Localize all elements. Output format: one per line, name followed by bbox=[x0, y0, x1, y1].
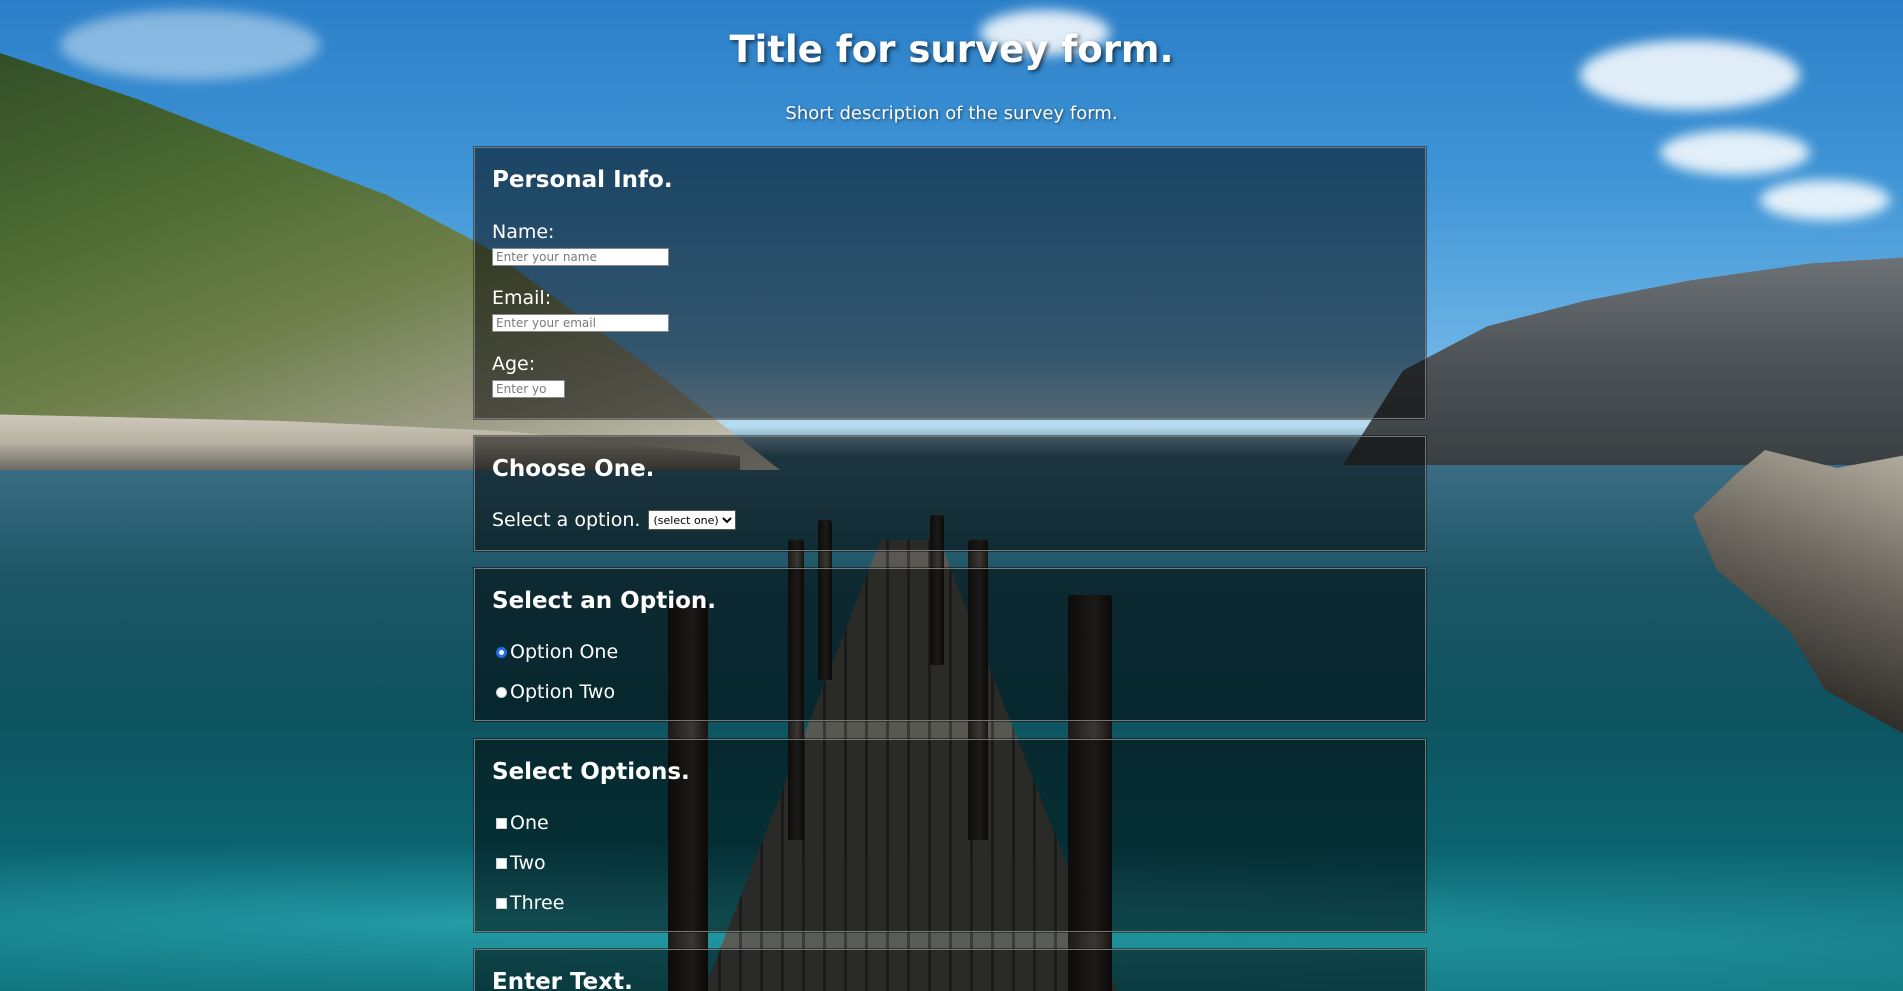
checkbox[interactable] bbox=[496, 897, 507, 909]
section-heading: Select Options. bbox=[492, 759, 690, 785]
option-dropdown[interactable]: (select one) bbox=[648, 510, 737, 530]
radio-button[interactable] bbox=[496, 686, 507, 698]
section-heading: Enter Text. bbox=[492, 969, 633, 991]
section-heading: Personal Info. bbox=[492, 167, 673, 193]
name-label: Name: bbox=[492, 221, 555, 243]
checkbox[interactable] bbox=[496, 857, 507, 869]
select-label: Select a option. bbox=[492, 509, 641, 531]
radio-option-one[interactable]: Option One bbox=[496, 641, 618, 663]
radio-option-label: Option One bbox=[510, 641, 619, 663]
checkbox-option-one[interactable]: One bbox=[496, 812, 549, 834]
section-heading: Select an Option. bbox=[492, 588, 716, 614]
checkbox-option-label: Two bbox=[510, 852, 546, 874]
checkbox-section: Select Options. One Two Three bbox=[474, 739, 1426, 932]
radio-option-label: Option Two bbox=[510, 681, 616, 703]
right-hillside bbox=[1343, 255, 1903, 465]
checkbox[interactable] bbox=[496, 817, 507, 829]
age-input[interactable] bbox=[492, 380, 565, 398]
cloud bbox=[1760, 180, 1890, 220]
page-description: Short description of the survey form. bbox=[785, 103, 1118, 124]
checkbox-option-label: One bbox=[510, 812, 549, 834]
checkbox-option-two[interactable]: Two bbox=[496, 852, 546, 874]
email-input[interactable] bbox=[492, 314, 669, 332]
right-rocks bbox=[1693, 450, 1903, 750]
checkbox-option-three[interactable]: Three bbox=[496, 892, 564, 914]
personal-info-section: Personal Info. Name: Email: Age: bbox=[474, 147, 1426, 419]
radio-section: Select an Option. Option One Option Two bbox=[474, 568, 1426, 721]
enter-text-section: Enter Text. bbox=[474, 949, 1426, 991]
page-title: Title for survey form. bbox=[729, 28, 1174, 71]
email-label: Email: bbox=[492, 287, 552, 309]
radio-option-two[interactable]: Option Two bbox=[496, 681, 615, 703]
checkbox-option-label: Three bbox=[510, 892, 565, 914]
name-input[interactable] bbox=[492, 248, 669, 266]
cloud bbox=[1660, 130, 1810, 175]
select-row: Select a option. (select one) bbox=[492, 509, 737, 531]
section-heading: Choose One. bbox=[492, 456, 655, 482]
choose-one-section: Choose One. Select a option. (select one… bbox=[474, 436, 1426, 551]
age-label: Age: bbox=[492, 353, 536, 375]
radio-button-checked[interactable] bbox=[496, 646, 507, 658]
